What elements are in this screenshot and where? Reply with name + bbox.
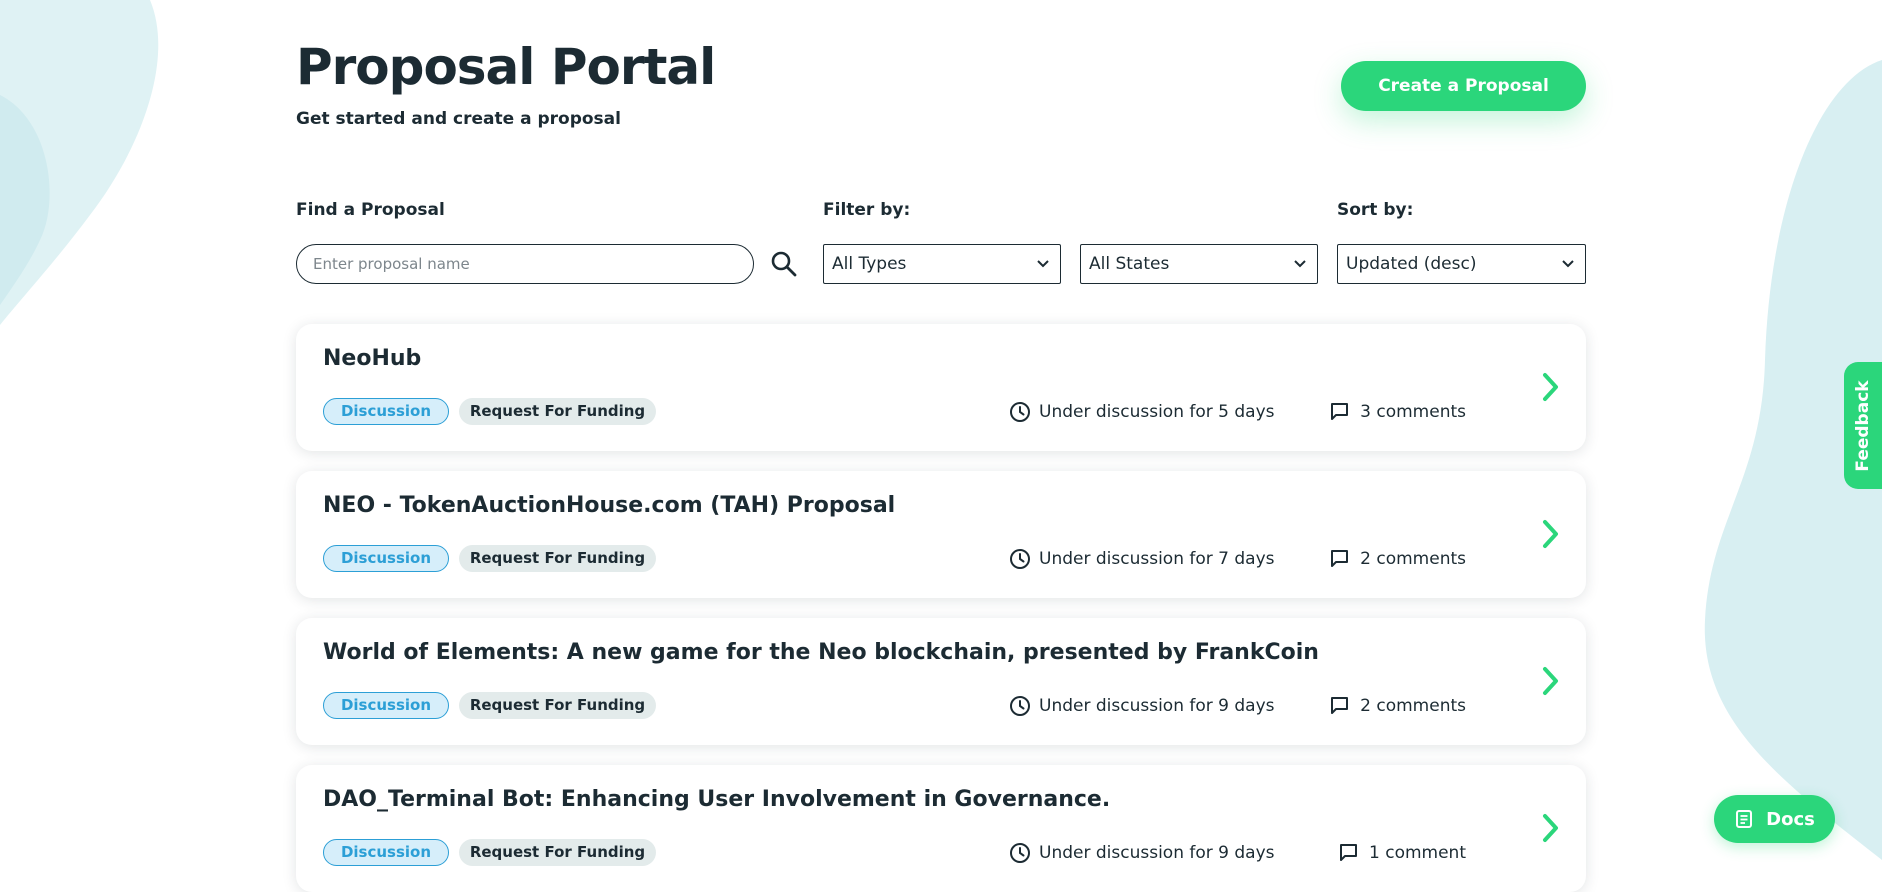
docs-label: Docs (1766, 808, 1815, 830)
proposal-status: Under discussion for 7 days (1009, 545, 1275, 572)
chevron-right-icon[interactable] (1542, 519, 1560, 549)
chevron-right-icon[interactable] (1542, 666, 1560, 696)
clock-icon (1010, 401, 1030, 422)
proposal-title: World of Elements: A new game for the Ne… (323, 640, 1319, 665)
comment-icon (1331, 550, 1349, 567)
background-blob-left (0, 0, 159, 325)
proposal-card[interactable]: NEO - TokenAuctionHouse.com (TAH) Propos… (296, 471, 1586, 598)
comment-icon (1331, 403, 1349, 420)
proposal-card[interactable]: NeoHub Discussion Request For Funding Un… (296, 324, 1586, 451)
proposal-title: NeoHub (323, 346, 422, 371)
document-icon (1736, 810, 1753, 828)
comments-count: 3 comments (1360, 401, 1466, 422)
proposal-title: DAO_Terminal Bot: Enhancing User Involve… (323, 787, 1111, 812)
proposal-status: Under discussion for 9 days (1009, 839, 1275, 866)
chevron-down-icon (1294, 260, 1306, 268)
sort-value: Updated (desc) (1346, 254, 1477, 274)
proposal-comments: 1 comment (1338, 839, 1466, 866)
comment-icon (1340, 844, 1357, 861)
proposal-card[interactable]: World of Elements: A new game for the Ne… (296, 618, 1586, 745)
proposal-title: NEO - TokenAuctionHouse.com (TAH) Propos… (323, 493, 896, 518)
clock-icon (1010, 695, 1030, 716)
clock-icon (1010, 842, 1030, 863)
feedback-label: Feedback (1853, 379, 1873, 472)
state-filter-value: All States (1089, 254, 1170, 274)
type-filter-select[interactable]: All Types (823, 244, 1061, 284)
status-text: Under discussion for 5 days (1039, 401, 1275, 422)
state-tag: Discussion (323, 545, 449, 572)
type-filter-value: All Types (832, 254, 907, 274)
type-tag: Request For Funding (459, 839, 656, 866)
clock-icon (1010, 548, 1030, 569)
chevron-right-icon[interactable] (1542, 372, 1560, 402)
create-proposal-button[interactable]: Create a Proposal (1341, 61, 1586, 111)
chevron-down-icon (1037, 260, 1049, 268)
chevron-down-icon (1562, 260, 1574, 268)
proposal-comments: 2 comments (1329, 545, 1466, 572)
comments-count: 2 comments (1360, 548, 1466, 569)
state-filter-select[interactable]: All States (1080, 244, 1318, 284)
proposal-card[interactable]: DAO_Terminal Bot: Enhancing User Involve… (296, 765, 1586, 892)
proposal-comments: 2 comments (1329, 692, 1466, 719)
sort-select[interactable]: Updated (desc) (1337, 244, 1586, 284)
feedback-tab[interactable]: Feedback (1844, 362, 1882, 489)
comment-icon (1331, 697, 1349, 714)
status-text: Under discussion for 9 days (1039, 695, 1275, 716)
type-tag: Request For Funding (459, 545, 656, 572)
state-tag: Discussion (323, 839, 449, 866)
page-subtitle: Get started and create a proposal (296, 109, 621, 129)
proposal-status: Under discussion for 9 days (1009, 692, 1275, 719)
proposal-comments: 3 comments (1329, 398, 1466, 425)
comments-count: 1 comment (1369, 842, 1466, 863)
page-title: Proposal Portal (296, 38, 716, 96)
status-text: Under discussion for 9 days (1039, 842, 1275, 863)
search-label: Find a Proposal (296, 200, 445, 220)
status-text: Under discussion for 7 days (1039, 548, 1275, 569)
state-tag: Discussion (323, 692, 449, 719)
search-input[interactable] (296, 244, 754, 284)
search-icon[interactable] (770, 250, 798, 278)
type-tag: Request For Funding (459, 398, 656, 425)
type-tag: Request For Funding (459, 692, 656, 719)
sort-label: Sort by: (1337, 200, 1414, 220)
docs-button[interactable]: Docs (1714, 795, 1835, 843)
state-tag: Discussion (323, 398, 449, 425)
filter-label: Filter by: (823, 200, 911, 220)
chevron-right-icon[interactable] (1542, 813, 1560, 843)
proposal-status: Under discussion for 5 days (1009, 398, 1275, 425)
comments-count: 2 comments (1360, 695, 1466, 716)
